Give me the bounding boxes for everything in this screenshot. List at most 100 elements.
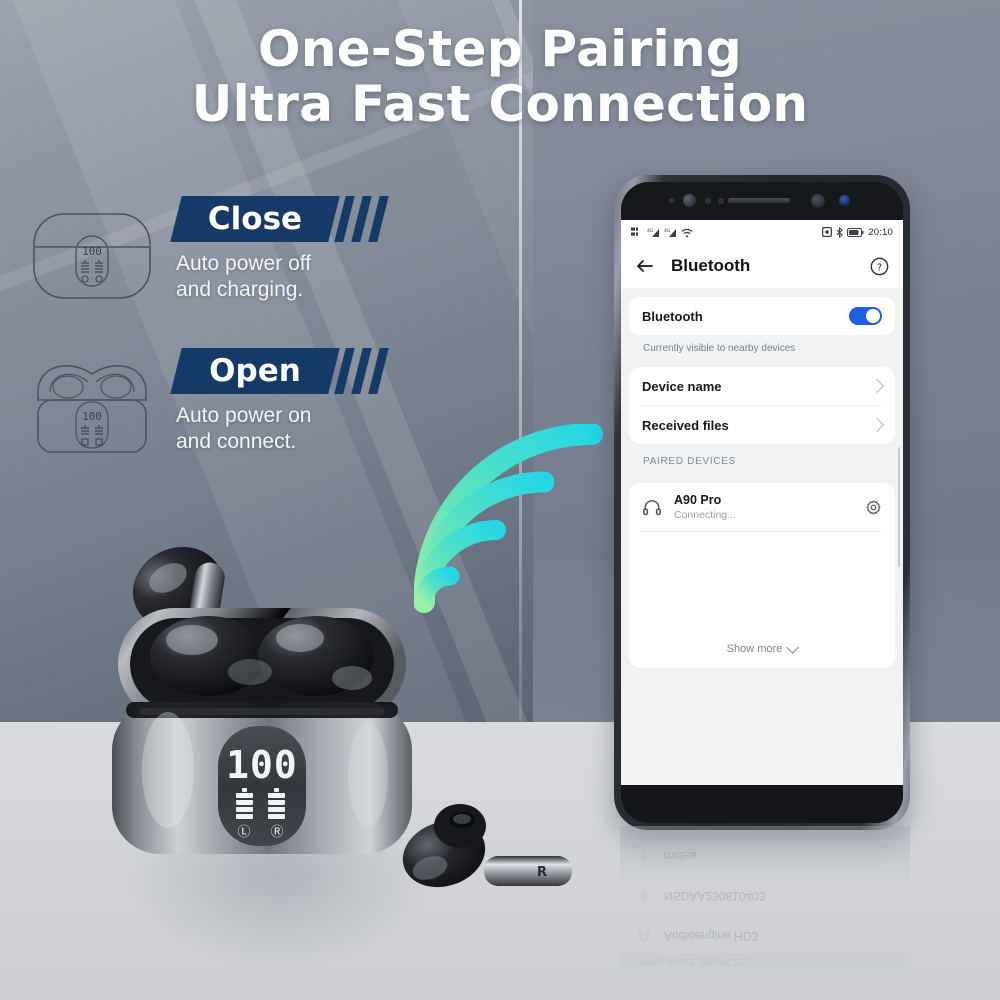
feature-close-text: Close Auto power off and charging. [170, 196, 476, 303]
status-bar: 4G 4G 20:10 [621, 220, 903, 244]
feature-close-desc-line-2: and charging. [176, 278, 304, 301]
headphones-icon [638, 930, 650, 941]
phone-screen-reflection: AVAILABLE DEVICES Audioengine HD3 NSDAA2… [620, 836, 910, 1000]
svg-text:?: ? [877, 262, 882, 273]
status-bar-left: 4G 4G [631, 227, 693, 238]
received-files-label: Received files [642, 417, 729, 433]
sim-dual-icon [631, 227, 638, 236]
help-icon[interactable]: ? [870, 257, 889, 276]
badge-stripe [351, 196, 372, 242]
alarm-icon [822, 227, 833, 237]
status-bar-time: 20:10 [868, 226, 893, 238]
svg-text:100: 100 [82, 410, 102, 423]
badge-close-label: Close [207, 201, 303, 237]
headline-line-2: Ultra Fast Connection [191, 75, 809, 133]
badge-open: Open [170, 348, 340, 394]
settings-row-device-name[interactable]: Device name [629, 367, 895, 405]
smartphone: 4G 4G 20:10 Bluetooth ? Bluetooth Curren… [614, 175, 910, 830]
badge-stripe [368, 348, 389, 394]
gear-icon[interactable] [865, 499, 882, 516]
badge-open-wrap: Open [170, 348, 476, 394]
earbuds-case-open-icon: 100 [28, 352, 156, 462]
paired-devices-section-label: PAIRED DEVICES [643, 456, 736, 467]
visibility-hint: Currently visible to nearby devices [643, 343, 796, 354]
battery-icon [847, 227, 864, 237]
reflection-top-bar [620, 953, 910, 967]
settings-content: Bluetooth Currently visible to nearby de… [621, 297, 903, 785]
bluetooth-icon [836, 226, 844, 238]
bluetooth-icon [639, 849, 648, 863]
chevron-down-icon [786, 641, 800, 654]
promo-banner: One-Step Pairing Ultra Fast Connection 1… [0, 0, 1000, 1000]
iris-scanner-icon [811, 194, 825, 208]
earbuds-case-closed-icon: 100 [28, 200, 156, 310]
toggle-knob [866, 309, 880, 323]
badge-stripe [334, 196, 355, 242]
chevron-right-icon [869, 417, 885, 433]
reflection-row: NSDAA230810403 [620, 876, 910, 916]
phone-screen: 4G 4G 20:10 Bluetooth ? Bluetooth Curren… [621, 220, 903, 785]
sensor-icon [705, 198, 711, 204]
paired-device-text: A90 Pro Connecting... [674, 493, 865, 522]
bluetooth-icon [639, 889, 648, 903]
signal-bars-icon: 4G [664, 228, 676, 237]
svg-text:4G: 4G [664, 228, 671, 234]
paired-list-empty-space [629, 532, 895, 632]
svg-text:4G: 4G [647, 228, 654, 234]
svg-text:Ⓡ: Ⓡ [270, 825, 283, 840]
phone-body: 4G 4G 20:10 Bluetooth ? Bluetooth Curren… [621, 182, 903, 823]
settings-rows-card: Device name Received files [629, 367, 895, 444]
badge-stripes [334, 196, 406, 242]
show-more-label: Show more [726, 643, 783, 655]
svg-text:100: 100 [226, 743, 298, 787]
reflection-row: Audioengine HD3 [620, 916, 910, 956]
bluetooth-toggle-switch[interactable] [849, 307, 882, 325]
wifi-icon [681, 228, 693, 237]
bluetooth-label: Bluetooth [642, 308, 703, 324]
badge-stripe [368, 196, 389, 242]
case-body: 100 Ⓛ Ⓡ [112, 702, 412, 854]
svg-text:Ⓛ: Ⓛ [237, 825, 250, 840]
badge-stripe [351, 348, 372, 394]
chevron-right-icon [869, 378, 885, 394]
phone-top-bezel [621, 182, 903, 220]
feature-close-description: Auto power off and charging. [176, 251, 476, 303]
reflection-device-name: NSDAA230810403 [664, 889, 766, 903]
settings-row-received-files[interactable]: Received files [629, 406, 895, 444]
svg-text:100: 100 [82, 245, 102, 258]
device-name-label: Device name [642, 378, 722, 394]
bluetooth-toggle-card: Bluetooth [629, 297, 895, 335]
badge-close: Close [170, 196, 340, 242]
front-camera-icon [683, 194, 696, 207]
earpiece-speaker [728, 198, 790, 203]
headphones-icon [643, 499, 661, 515]
signal-bars-icon: 4G [647, 228, 659, 237]
reflection-content: AVAILABLE DEVICES Audioengine HD3 NSDAA2… [620, 836, 910, 967]
phone-bottom-bezel [621, 785, 903, 823]
reflection-device-name: Audioengine HD3 [664, 929, 759, 943]
status-bar-right: 20:10 [822, 226, 893, 238]
sensor-icon [718, 198, 724, 204]
paired-device-status: Connecting... [674, 509, 736, 521]
feature-close-desc-line-1: Auto power off [176, 252, 312, 275]
paired-device-row[interactable]: A90 Pro Connecting... [629, 483, 895, 531]
loose-earbud-photo: R [392, 792, 592, 902]
scrollbar[interactable] [897, 447, 900, 567]
app-bar: Bluetooth ? [621, 244, 903, 288]
page-title: One-Step Pairing Ultra Fast Connection [0, 22, 1000, 132]
headline-line-1: One-Step Pairing [258, 20, 742, 78]
back-arrow-icon[interactable] [635, 256, 655, 276]
show-more-button[interactable]: Show more [629, 632, 895, 668]
sensor-icon [669, 198, 674, 203]
svg-text:R: R [537, 865, 547, 880]
bluetooth-toggle-row[interactable]: Bluetooth [629, 297, 895, 335]
badge-stripe [334, 348, 355, 394]
page-heading: Bluetooth [671, 256, 751, 275]
paired-device-name: A90 Pro [674, 493, 722, 507]
reflection-device-name: midea [664, 849, 697, 863]
notification-led [839, 195, 850, 206]
badge-close-wrap: Close [170, 196, 476, 242]
reflection-row: midea [620, 836, 910, 876]
badge-open-label: Open [209, 353, 301, 389]
badge-stripes [334, 348, 406, 394]
